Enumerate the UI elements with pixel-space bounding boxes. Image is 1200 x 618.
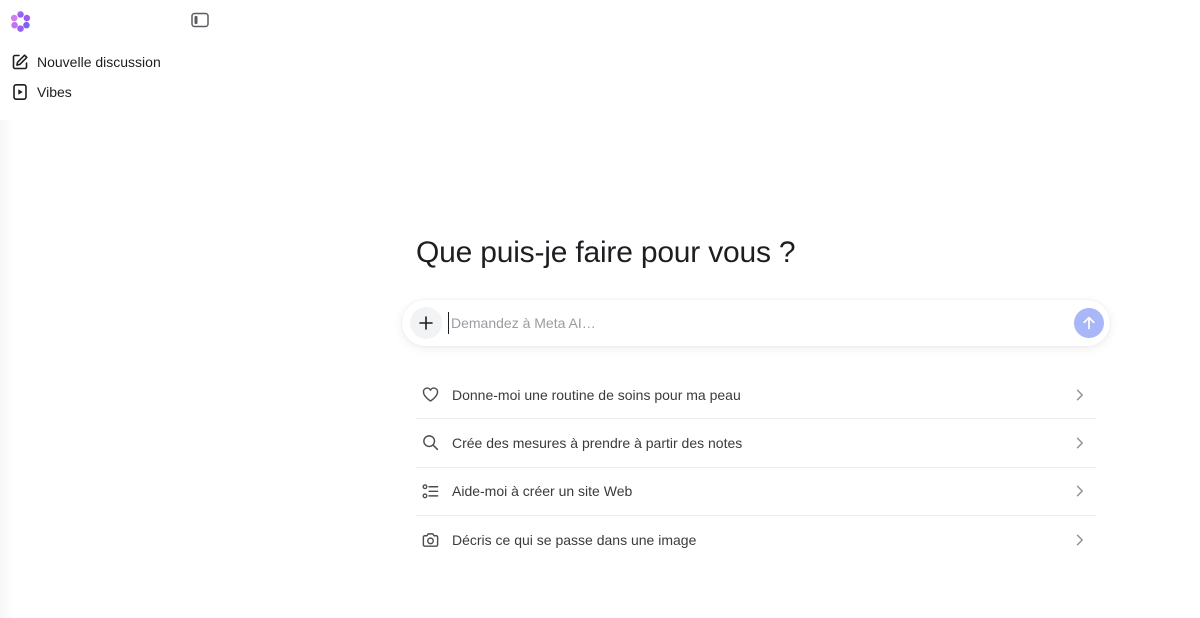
- sidebar-item-vibes[interactable]: Vibes: [10, 79, 210, 105]
- page-title: Que puis-je faire pour vous ?: [416, 236, 796, 269]
- sidebar-item-new-chat[interactable]: Nouvelle discussion: [10, 49, 210, 75]
- prompt-input[interactable]: [448, 312, 1048, 334]
- chevron-right-icon: [1074, 436, 1086, 450]
- suggestion-item[interactable]: Donne-moi une routine de soins pour ma p…: [416, 371, 1096, 420]
- sidebar-toggle-icon[interactable]: [190, 11, 212, 31]
- camera-icon: [416, 526, 444, 554]
- sidebar-item-label: Nouvelle discussion: [37, 54, 161, 70]
- suggestion-list: Donne-moi une routine de soins pour ma p…: [416, 371, 1096, 564]
- heart-icon: [416, 381, 444, 409]
- sidebar: Nouvelle discussion Vibes: [0, 0, 222, 618]
- prompt-composer: [402, 300, 1110, 346]
- sidebar-shade: [0, 120, 14, 618]
- play-square-icon: [10, 82, 30, 102]
- suggestion-item[interactable]: Décris ce qui se passe dans une image: [416, 516, 1096, 564]
- suggestion-label: Aide-moi à créer un site Web: [452, 483, 633, 500]
- chevron-right-icon: [1074, 484, 1086, 498]
- suggestion-item[interactable]: Crée des mesures à prendre à partir des …: [416, 419, 1096, 468]
- app-window: Nouvelle discussion Vibes Que puis-je fa…: [0, 0, 1200, 618]
- sidebar-item-label: Vibes: [37, 84, 72, 100]
- add-attachment-button[interactable]: [410, 307, 442, 339]
- plus-icon: [418, 315, 434, 331]
- suggestion-label: Donne-moi une routine de soins pour ma p…: [452, 386, 741, 403]
- edit-icon: [10, 52, 30, 72]
- chevron-right-icon: [1074, 533, 1086, 547]
- arrow-up-icon: [1081, 315, 1097, 331]
- suggestion-label: Décris ce qui se passe dans une image: [452, 532, 697, 549]
- send-button[interactable]: [1074, 308, 1104, 338]
- suggestion-item[interactable]: Aide-moi à créer un site Web: [416, 468, 1096, 516]
- search-icon: [416, 429, 444, 457]
- checklist-icon: [416, 477, 444, 505]
- suggestion-label: Crée des mesures à prendre à partir des …: [452, 434, 743, 451]
- chevron-right-icon: [1074, 388, 1086, 402]
- meta-ai-flower-icon[interactable]: [9, 10, 32, 33]
